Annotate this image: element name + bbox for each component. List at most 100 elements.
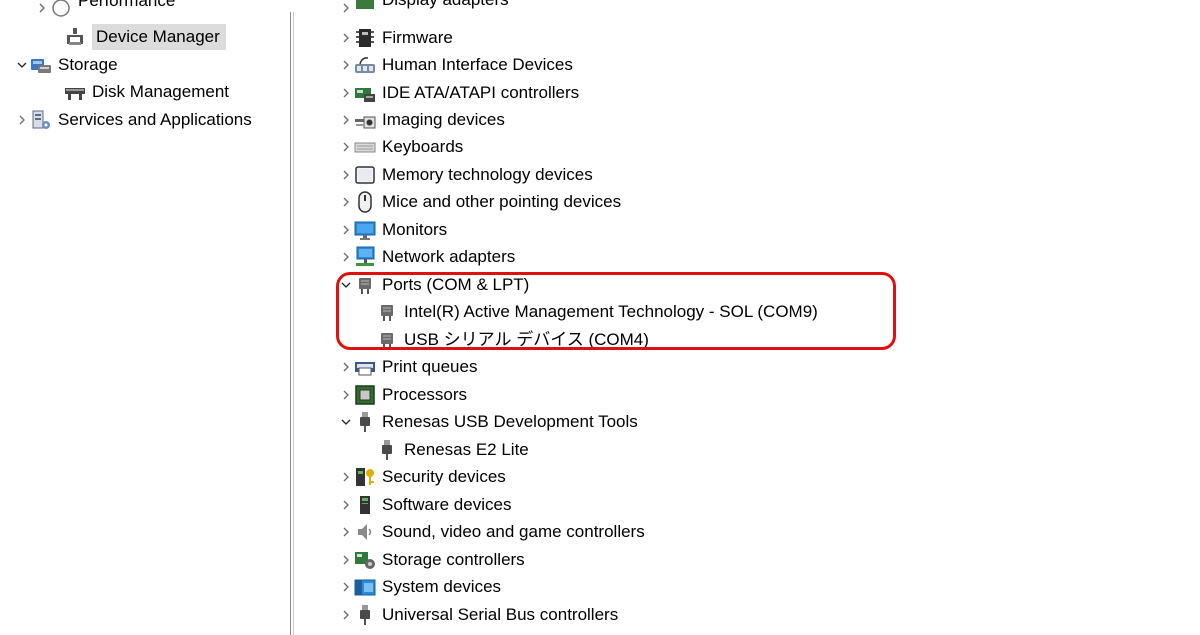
ide-controller-icon <box>354 82 376 104</box>
chevron-right-icon[interactable] <box>338 547 354 573</box>
device-category-firmware[interactable]: Firmware <box>338 25 453 51</box>
tree-item-label: Services and Applications <box>58 110 252 129</box>
device-category-system-devices[interactable]: System devices <box>338 574 501 600</box>
device-category-security-devices[interactable]: Security devices <box>338 464 506 490</box>
printer-icon <box>354 356 376 378</box>
services-icon <box>30 109 52 131</box>
device-category-human-interface-devices[interactable]: Human Interface Devices <box>338 52 573 78</box>
chevron-right-icon[interactable] <box>338 602 354 628</box>
tree-item-storage[interactable]: Storage <box>14 52 118 78</box>
chevron-right-icon[interactable] <box>338 492 354 518</box>
device-category-label: Renesas USB Development Tools <box>382 412 638 431</box>
chevron-right-icon[interactable] <box>338 354 354 380</box>
device-category-label: Firmware <box>382 28 453 47</box>
system-device-icon <box>354 576 376 598</box>
tree-item-services-and-applications[interactable]: Services and Applications <box>14 107 252 133</box>
device-category-label: Software devices <box>382 495 512 514</box>
device-category-label: Storage controllers <box>382 550 525 569</box>
device-category-keyboards[interactable]: Keyboards <box>338 134 463 160</box>
software-device-icon <box>354 494 376 516</box>
speaker-icon <box>354 521 376 543</box>
network-adapter-icon <box>354 246 376 268</box>
device-category-label: Sound, video and game controllers <box>382 522 645 541</box>
device-category-label: Keyboards <box>382 137 464 156</box>
chevron-right-icon[interactable] <box>338 574 354 600</box>
device-category-print-queues[interactable]: Print queues <box>338 354 477 380</box>
mouse-icon <box>354 191 376 213</box>
device-category-memory-technology[interactable]: Memory technology devices <box>338 162 593 188</box>
tree-item-disk-management[interactable]: Disk Management <box>48 79 229 105</box>
chevron-right-icon[interactable] <box>338 162 354 188</box>
memory-card-icon <box>354 164 376 186</box>
tree-item-label: Storage <box>58 55 118 74</box>
device-category-monitors[interactable]: Monitors <box>338 217 447 243</box>
chevron-right-icon[interactable] <box>34 0 50 18</box>
device-category-network-adapters[interactable]: Network adapters <box>338 244 515 270</box>
security-key-icon <box>354 466 376 488</box>
monitor-icon <box>354 219 376 241</box>
chevron-right-icon[interactable] <box>338 52 354 78</box>
tree-item-label: Disk Management <box>92 82 230 101</box>
device-category-processors[interactable]: Processors <box>338 382 467 408</box>
device-category-label: IDE ATA/ATAPI controllers <box>382 83 580 102</box>
display-adapter-icon <box>354 0 376 17</box>
chevron-right-icon[interactable] <box>338 0 354 17</box>
device-manager-icon <box>64 26 86 48</box>
device-category-label: Network adapters <box>382 247 516 266</box>
device-category-label: Human Interface Devices <box>382 55 573 74</box>
highlight-annotation-box <box>336 272 896 350</box>
chevron-right-icon[interactable] <box>338 25 354 51</box>
chevron-right-icon[interactable] <box>338 107 354 133</box>
device-category-label: Imaging devices <box>382 110 505 129</box>
device-category-label: Monitors <box>382 220 448 239</box>
usb-device-icon <box>354 411 376 433</box>
chevron-right-icon[interactable] <box>14 107 30 133</box>
chevron-right-icon[interactable] <box>338 134 354 160</box>
usb-icon <box>354 604 376 626</box>
pane-splitter[interactable] <box>288 12 296 635</box>
chevron-right-icon[interactable] <box>338 217 354 243</box>
device-category-storage-controllers[interactable]: Storage controllers <box>338 547 525 573</box>
tree-item-device-manager[interactable]: Device Manager <box>48 24 226 50</box>
device-item-renesas-e2-lite[interactable]: Renesas E2 Lite <box>376 437 529 463</box>
tree-item-performance[interactable]: Performance <box>34 0 175 18</box>
chevron-right-icon[interactable] <box>338 189 354 215</box>
device-category-sound-video-game[interactable]: Sound, video and game controllers <box>338 519 645 545</box>
device-category-usb-controllers[interactable]: Universal Serial Bus controllers <box>338 602 618 628</box>
keyboard-icon <box>354 136 376 158</box>
chevron-right-icon[interactable] <box>338 382 354 408</box>
device-category-label: Print queues <box>382 357 478 376</box>
device-category-label: Security devices <box>382 467 506 486</box>
device-category-label: Universal Serial Bus controllers <box>382 605 619 624</box>
device-category-ide-ata[interactable]: IDE ATA/ATAPI controllers <box>338 80 579 106</box>
device-category-label: System devices <box>382 577 502 596</box>
device-category-renesas-tools[interactable]: Renesas USB Development Tools <box>338 409 638 435</box>
performance-icon <box>50 0 72 18</box>
chevron-down-icon[interactable] <box>338 409 354 435</box>
storage-controller-icon <box>354 549 376 571</box>
device-category-mice[interactable]: Mice and other pointing devices <box>338 189 621 215</box>
device-category-imaging-devices[interactable]: Imaging devices <box>338 107 505 133</box>
chevron-right-icon[interactable] <box>338 464 354 490</box>
chevron-right-icon[interactable] <box>338 80 354 106</box>
device-category-display-adapters[interactable]: Display adapters <box>338 0 509 17</box>
tree-item-label: Device Manager <box>92 24 226 50</box>
chevron-right-icon[interactable] <box>338 519 354 545</box>
hid-icon <box>354 54 376 76</box>
device-category-software-devices[interactable]: Software devices <box>338 492 511 518</box>
device-category-label: Mice and other pointing devices <box>382 192 622 211</box>
usb-device-icon <box>376 439 398 461</box>
tree-item-label: Performance <box>78 0 176 10</box>
device-category-label: Memory technology devices <box>382 165 593 184</box>
console-tree-pane: Performance Device Manager Storage Disk … <box>0 0 288 635</box>
chevron-down-icon[interactable] <box>14 52 30 78</box>
firmware-icon <box>354 27 376 49</box>
device-category-label: Processors <box>382 385 468 404</box>
chevron-right-icon[interactable] <box>338 244 354 270</box>
camera-icon <box>354 109 376 131</box>
disk-management-icon <box>64 81 86 103</box>
processor-icon <box>354 384 376 406</box>
storage-icon <box>30 54 52 76</box>
device-category-label: Display adapters <box>382 0 509 13</box>
device-item-label: Renesas E2 Lite <box>404 440 529 459</box>
